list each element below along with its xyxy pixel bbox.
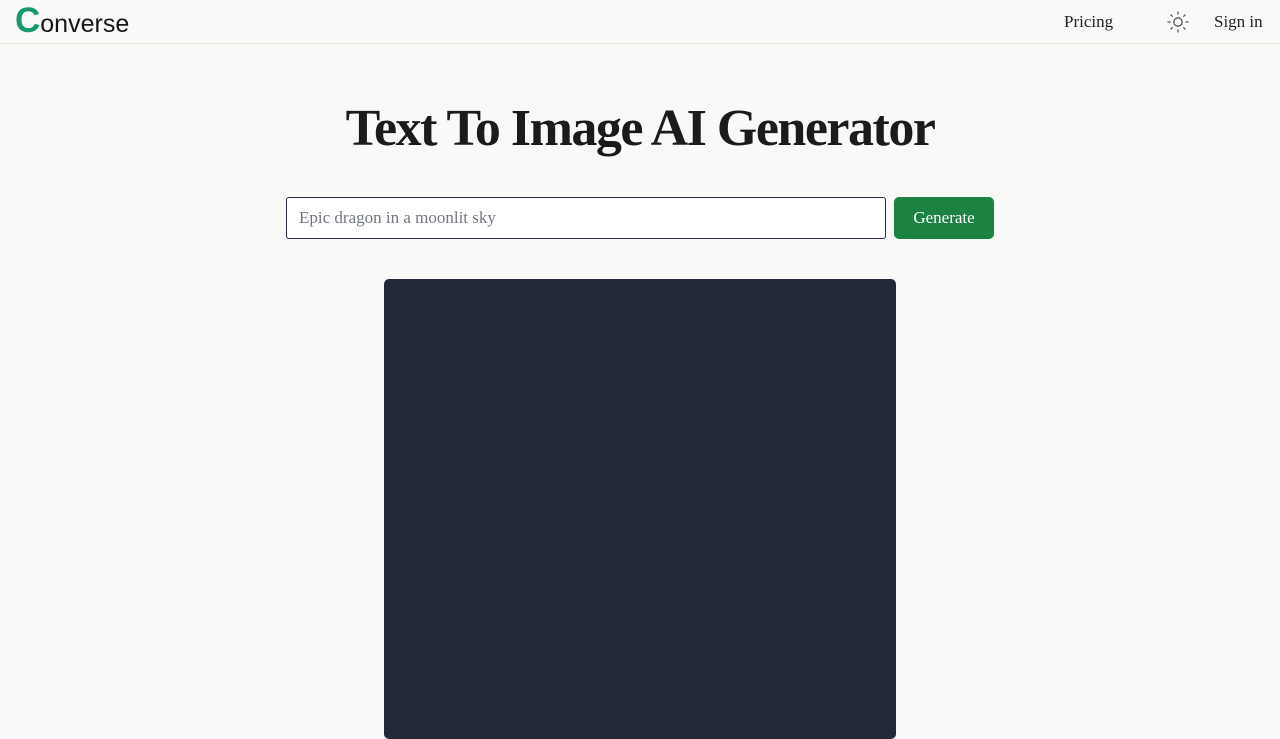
top-navbar: C onverse Pricing Sign in <box>0 0 1280 44</box>
page-title: Text To Image AI Generator <box>345 100 936 157</box>
generate-button[interactable]: Generate <box>894 197 994 239</box>
logo-initial: C <box>15 1 41 40</box>
prompt-input[interactable] <box>286 197 886 239</box>
sun-icon <box>1167 11 1189 33</box>
generated-image-placeholder <box>384 279 896 739</box>
logo-link[interactable]: C onverse <box>15 3 129 42</box>
logo-text: onverse <box>40 10 130 38</box>
sign-in-link[interactable]: Sign in <box>1214 11 1263 33</box>
theme-toggle-button[interactable] <box>1166 10 1190 34</box>
nav-pricing-link[interactable]: Pricing <box>1064 11 1113 33</box>
